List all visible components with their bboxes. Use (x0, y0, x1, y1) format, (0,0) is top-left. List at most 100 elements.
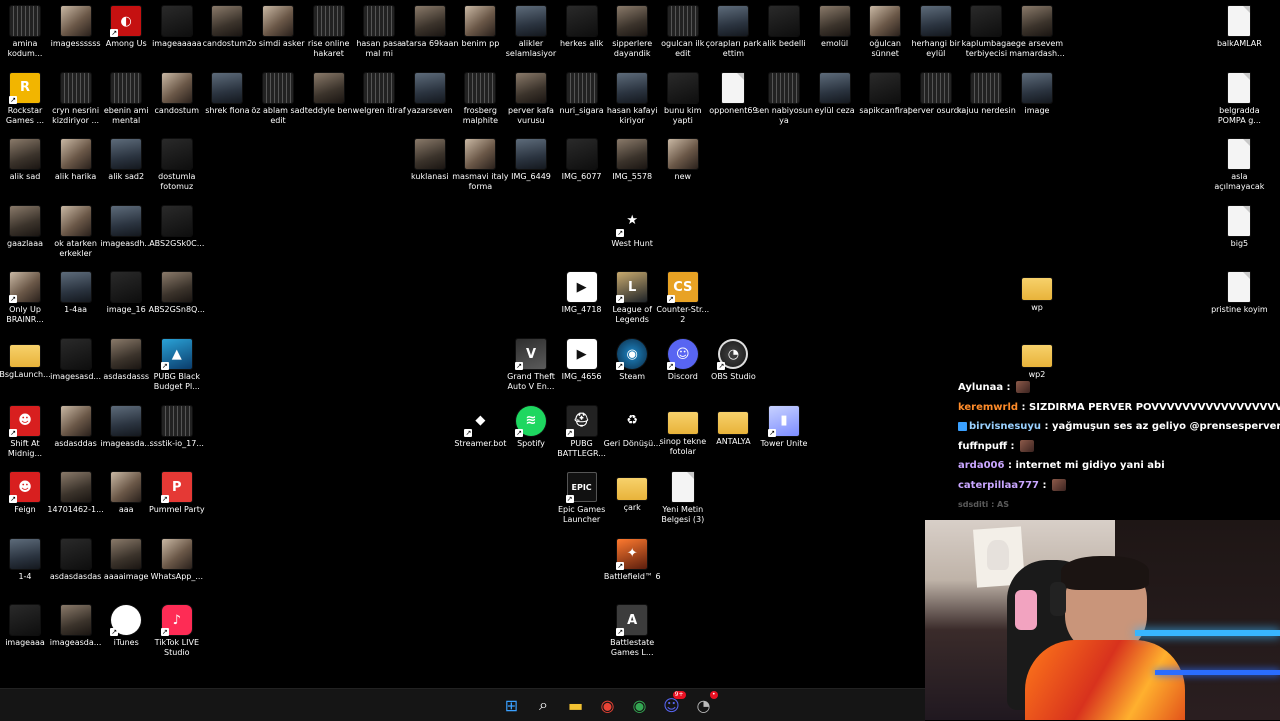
desktop-icon[interactable]: imagesasd... (50, 335, 101, 401)
desktop-icon[interactable]: ☻ ↗ Feign (0, 468, 50, 534)
desktop-icon[interactable]: WhatsApp_... (151, 535, 203, 601)
desktop-icon[interactable]: imageasdh... (100, 202, 152, 268)
desktop-icon[interactable]: perver kafa vurusu (506, 69, 556, 135)
desktop-icon[interactable]: kajuu nerdesin (957, 69, 1016, 135)
desktop-icon[interactable]: cryn nesrini kizdiriyor ... (51, 69, 101, 135)
desktop-icon[interactable]: dostumla fotomuz (152, 135, 202, 201)
desktop-icon[interactable]: R ↗ Rockstar Games ... (0, 69, 50, 135)
desktop-icon[interactable]: hasan kafayi kiriyor (607, 69, 658, 135)
desktop-icon[interactable]: teddyle ben (304, 69, 354, 135)
desktop-icon[interactable]: hasan pasa mal mi (354, 2, 404, 68)
desktop-icon[interactable]: wp (1012, 268, 1062, 334)
desktop-icon[interactable]: o simdi asker (251, 2, 305, 68)
desktop-icon[interactable]: Yeni Metin Belgesi (3) (658, 468, 708, 534)
desktop-icon[interactable]: ebenin ami mental (101, 69, 151, 135)
desktop-icon[interactable]: ≋ ↗ Spotify (506, 402, 556, 468)
desktop-icon[interactable]: asdasddas (51, 402, 101, 468)
desktop-icon[interactable]: imageasda... (50, 601, 101, 667)
desktop-icon[interactable]: çorapları park ettim (706, 2, 761, 68)
taskbar-chrome-profile-button[interactable]: ◉ (629, 694, 651, 716)
desktop-icon[interactable]: asla açılmayacak (1214, 135, 1264, 201)
desktop-icon[interactable]: EPIC ↗ Epic Games Launcher (557, 468, 607, 534)
desktop-icon[interactable]: image (1012, 69, 1062, 135)
taskbar-windows-start-button[interactable]: ⊞ (501, 694, 523, 716)
desktop-icon[interactable]: ☺ ↗ Discord (658, 335, 708, 401)
desktop-icon[interactable]: emolül (810, 2, 860, 68)
desktop-icon[interactable]: herhangi bir eylül (911, 2, 961, 68)
taskbar-obs-button[interactable]: ◔ • (693, 691, 718, 716)
desktop-icon[interactable]: candostum2 (202, 2, 252, 68)
desktop-icon[interactable]: IMG_6077 (557, 135, 607, 201)
desktop-icon[interactable]: CS ↗ Counter-Str... 2 (656, 268, 709, 334)
desktop-icon[interactable]: P ↗ Pummel Party (149, 468, 205, 534)
desktop-icon[interactable]: imageasda... (100, 402, 152, 468)
desktop-icon[interactable]: ▶ IMG_4718 (557, 268, 607, 334)
desktop-icon[interactable]: perver osurdu (908, 69, 964, 135)
desktop-icon[interactable]: kuklanasi (405, 135, 455, 201)
desktop-icon[interactable]: masmavi italy forma (452, 135, 509, 201)
taskbar-search-button[interactable]: ⌕ (533, 694, 555, 716)
desktop-icon[interactable]: ♻ Geri Dönüşü... (604, 402, 661, 468)
desktop-icon[interactable]: ♫ ↗ iTunes (101, 601, 151, 667)
desktop-icon[interactable]: ogulcan ilk edit (658, 2, 708, 68)
desktop-icon[interactable]: L ↗ League of Legends (607, 268, 657, 334)
desktop-icon[interactable]: ◆ ↗ Streamer.bot (454, 402, 506, 468)
desktop-icon[interactable]: kaplumbaga terbiyecisi (961, 2, 1011, 68)
desktop-icon[interactable]: yazarseven (405, 69, 455, 135)
taskbar-discord-button[interactable]: ☺ 9+ (661, 691, 686, 716)
desktop-icon[interactable]: amina kodum... (0, 2, 50, 68)
desktop-icon[interactable]: oğulcan sünnet (860, 2, 910, 68)
desktop-icon[interactable]: ssstik-io_17... (150, 402, 204, 468)
desktop-icon[interactable]: asdasdasdas (50, 535, 101, 601)
desktop-icon[interactable]: alik sad (0, 135, 50, 201)
desktop-icon[interactable]: balkAMLAR (1214, 2, 1264, 68)
desktop-icon[interactable]: alikler selamlasiyor (506, 2, 556, 68)
desktop-icon[interactable]: sipperlere dayandik (607, 2, 657, 68)
desktop-icon[interactable]: ANTALYA (708, 402, 758, 468)
desktop-icon[interactable]: frosberg malphite (455, 69, 505, 135)
desktop-icon[interactable]: ★ ↗ West Hunt (607, 202, 657, 268)
desktop-icon[interactable]: sen nabiyosun ya (755, 69, 813, 135)
desktop-icon[interactable]: opponent69 (708, 69, 758, 135)
desktop-icon[interactable]: shrek fiona (202, 69, 252, 135)
desktop-icon[interactable]: alik sad2 (101, 135, 151, 201)
desktop-icon[interactable]: 1-4aa (51, 268, 101, 334)
desktop-icon[interactable]: asdasdasss (101, 335, 151, 401)
desktop-icon[interactable]: ↗ Only Up BRAINR... (0, 268, 50, 334)
desktop-icon[interactable]: nuri_sigara (557, 69, 607, 135)
desktop-icon[interactable]: bunu kim yapti (658, 69, 708, 135)
taskbar-chrome-button[interactable]: ◉ (597, 694, 619, 716)
desktop-icon[interactable]: ◉ ↗ Steam (607, 335, 657, 401)
desktop-icon[interactable]: big5 (1214, 202, 1264, 268)
desktop-icon[interactable]: atarsa 69kaan (401, 2, 458, 68)
desktop-icon[interactable]: ▮ ↗ Tower Unite (759, 402, 809, 468)
desktop-icon[interactable]: 1-4 (0, 535, 50, 601)
desktop-icon[interactable]: ✦ ↗ Battlefield™ 6 (604, 535, 661, 601)
taskbar-file-explorer-button[interactable]: ▬ (565, 694, 587, 716)
desktop-icon[interactable]: ABS2GSk0C... (149, 202, 204, 268)
desktop-icon[interactable]: 14701462-1... (47, 468, 104, 534)
desktop-icon[interactable]: imageaaa (0, 601, 50, 667)
desktop-icon[interactable]: eylül ceza (810, 69, 860, 135)
desktop-icon[interactable]: çark (607, 468, 657, 534)
desktop-icon[interactable]: ABS2GSn8Q... (149, 268, 205, 334)
desktop-icon[interactable]: benim pp (455, 2, 505, 68)
desktop-icon[interactable]: BsgLaunch... (0, 335, 51, 401)
desktop-icon[interactable]: ▶ IMG_4656 (557, 335, 607, 401)
desktop-icon[interactable]: öz ablam sad edit (251, 69, 305, 135)
desktop-icon[interactable]: A ↗ Battlestate Games L... (607, 601, 657, 667)
desktop-icon[interactable]: aaa (101, 468, 151, 534)
desktop-icon[interactable]: candostum (152, 69, 202, 135)
desktop-icon[interactable]: aaaaimage (101, 535, 151, 601)
desktop-icon[interactable]: sapikcanfirat (859, 69, 911, 135)
desktop-icon[interactable]: alik bedelli (759, 2, 809, 68)
desktop-icon[interactable]: pristine koyim (1211, 268, 1268, 334)
desktop-icon[interactable]: ☻ ↗ Shift At Midnig... (0, 402, 50, 468)
desktop-icon[interactable]: ◐ ↗ Among Us (101, 2, 151, 68)
desktop-icon[interactable]: sinop tekne fotolar (658, 402, 708, 468)
desktop-icon[interactable]: ▲ ↗ PUBG Black Budget Pl... (152, 335, 202, 401)
desktop-icon[interactable]: ◔ ↗ OBS Studio (708, 335, 758, 401)
desktop-icon[interactable]: ok atarken erkekler (51, 202, 101, 268)
desktop-icon[interactable]: IMG_5578 (607, 135, 657, 201)
desktop-icon[interactable]: ⛑ ↗ PUBG BATTLEGR... (557, 402, 607, 468)
